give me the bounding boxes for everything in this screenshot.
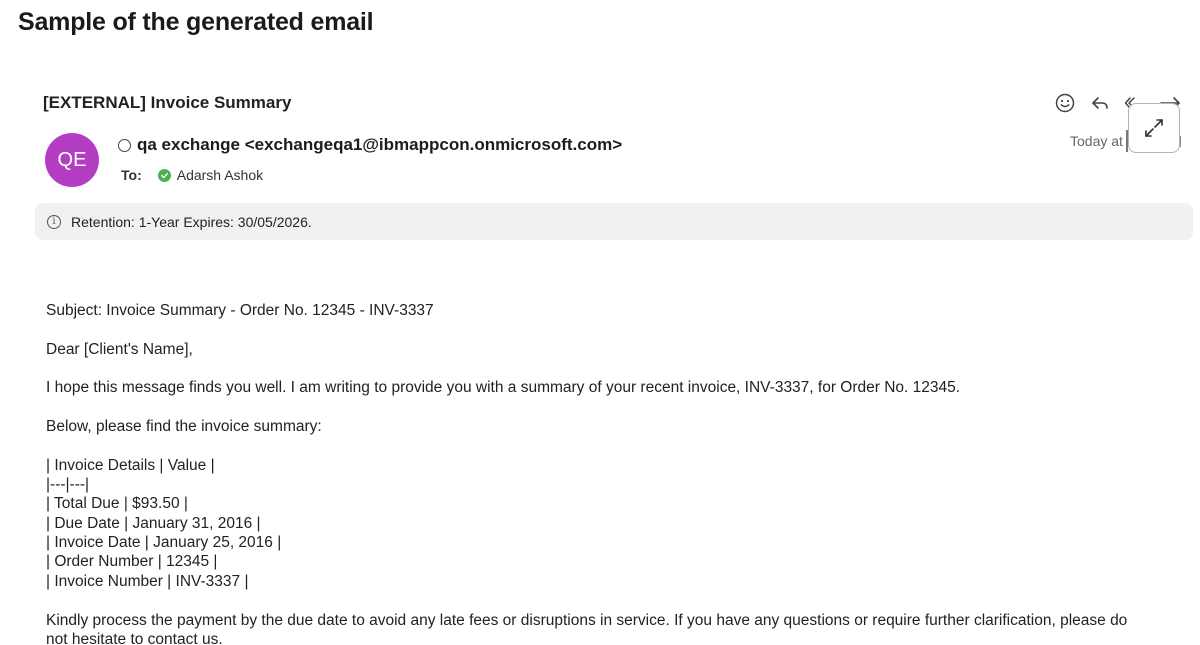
expand-button[interactable]: [1128, 103, 1180, 153]
invoice-table-line: | Total Due | $93.50 |: [46, 495, 188, 512]
sender-status-icon: [118, 138, 131, 152]
email-subject: [EXTERNAL] Invoice Summary: [43, 93, 292, 112]
reply-icon[interactable]: [1089, 92, 1111, 114]
sender-address: qa exchange <exchangeqa1@ibmappcon.onmic…: [137, 135, 623, 154]
invoice-table-line: | Invoice Date | January 25, 2016 |: [46, 534, 282, 551]
sender[interactable]: qa exchange <exchangeqa1@ibmappcon.onmic…: [118, 135, 622, 155]
info-icon: i: [47, 214, 61, 229]
date-tail: [1180, 136, 1181, 147]
invoice-table-line: |---|---|: [46, 476, 90, 493]
page-heading: Sample of the generated email: [18, 8, 374, 36]
to-label: To:: [121, 167, 142, 183]
body-intro: I hope this message finds you well. I am…: [46, 379, 961, 396]
expand-icon: [1145, 119, 1163, 137]
retention-text: Retention: 1-Year Expires: 30/05/2026.: [71, 213, 312, 230]
invoice-table-line: | Order Number | 12345 |: [46, 553, 218, 570]
body-subject: Subject: Invoice Summary - Order No. 123…: [46, 302, 434, 319]
retention-banner: i Retention: 1-Year Expires: 30/05/2026.: [35, 203, 1193, 240]
body-lead-in: Below, please find the invoice summary:: [46, 418, 322, 435]
smiley-icon[interactable]: [1054, 92, 1076, 114]
recipients-row: To: Adarsh Ashok: [121, 167, 263, 183]
body-closing-continued: not hesitate to contact us.: [46, 631, 223, 645]
body-closing: Kindly process the payment by the due da…: [46, 612, 1128, 629]
verified-check-icon: [157, 168, 171, 182]
avatar[interactable]: QE: [45, 133, 99, 187]
invoice-table-line: | Invoice Details | Value |: [46, 457, 215, 474]
invoice-table-line: | Invoice Number | INV-3337 |: [46, 573, 249, 590]
email-date: Today at: [1070, 133, 1123, 149]
invoice-table-line: | Due Date | January 31, 2016 |: [46, 515, 261, 532]
recipient-name[interactable]: Adarsh Ashok: [177, 167, 263, 183]
body-greeting: Dear [Client's Name],: [46, 341, 193, 358]
